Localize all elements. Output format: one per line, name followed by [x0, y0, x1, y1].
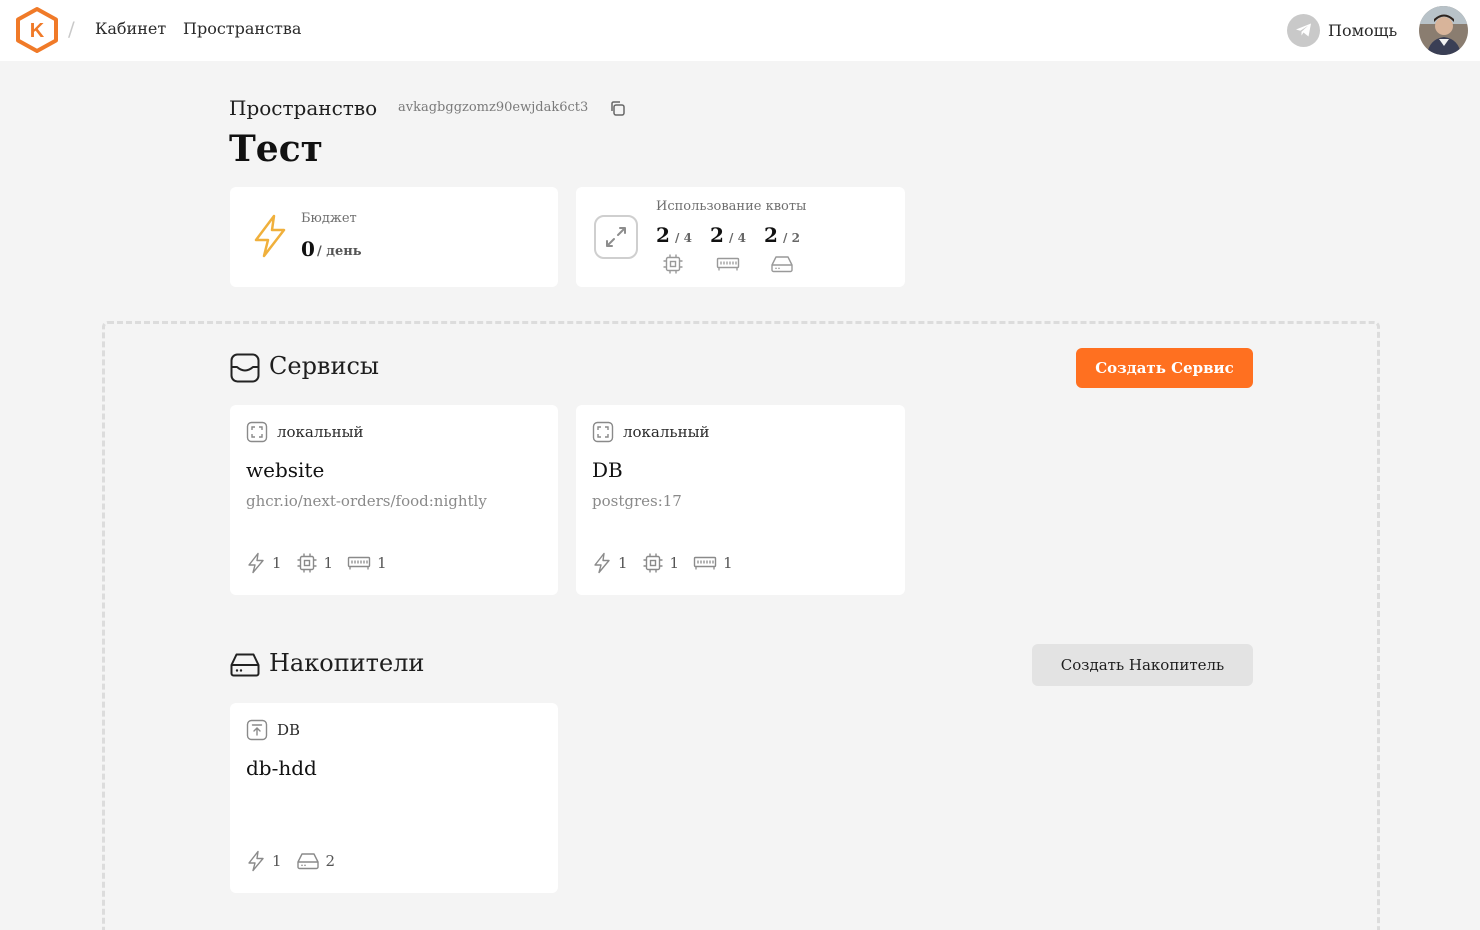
disk-icon [296, 853, 319, 870]
stat-cpu: 1 [642, 552, 680, 574]
storage-card-db-hdd[interactable]: DB db-hdd 1 2 [230, 703, 558, 893]
quota-memory-used: 2 [710, 223, 724, 247]
stat-ram: 1 [693, 552, 733, 574]
upload-icon [246, 719, 268, 741]
lightning-icon [248, 850, 264, 872]
quota-cpu: 2 / 4 [656, 223, 706, 274]
cpu-icon [643, 553, 663, 573]
logo-letter: K [30, 20, 45, 42]
service-card-website[interactable]: локальный website ghcr.io/next-orders/fo… [230, 405, 558, 595]
service-tag-label: локальный [277, 423, 364, 441]
service-name: DB [592, 458, 623, 482]
help-label: Помощь [1328, 20, 1398, 40]
service-stats: 1 1 1 [246, 552, 387, 574]
help-link[interactable]: Помощь [1287, 13, 1397, 47]
stat-cpu-value: 1 [669, 554, 680, 572]
local-icon [246, 421, 268, 443]
service-card-db[interactable]: локальный DB postgres:17 1 1 1 [576, 405, 905, 595]
service-stats: 1 1 1 [592, 552, 733, 574]
service-name: website [246, 458, 325, 482]
services-title: Сервисы [269, 352, 379, 380]
local-icon [592, 421, 614, 443]
expand-icon [594, 215, 638, 259]
memory-icon [716, 253, 740, 275]
cpu-icon [662, 253, 684, 275]
breadcrumb-separator: / [68, 17, 75, 41]
top-bar: K / Кабинет Пространства Помощь [0, 0, 1480, 61]
copy-icon[interactable] [609, 100, 626, 117]
service-image: ghcr.io/next-orders/food:nightly [246, 492, 487, 510]
quota-cpu-total: / 4 [675, 231, 692, 245]
lightning-icon [248, 552, 264, 574]
memory-icon [693, 556, 717, 570]
breadcrumb-cabinet[interactable]: Кабинет [95, 19, 166, 38]
storage-tag-label: DB [277, 721, 301, 739]
stat-power: 1 [592, 552, 628, 574]
stat-ram-value: 1 [377, 554, 387, 572]
budget-card: Бюджет 0 / день [230, 187, 558, 287]
cpu-icon [297, 553, 317, 573]
create-service-button[interactable]: Создать Сервис [1076, 348, 1253, 388]
quota-memory-total: / 4 [729, 231, 746, 245]
quota-memory: 2 / 4 [710, 223, 760, 271]
quota-label: Использование квоты [656, 199, 807, 214]
service-tag: локальный [246, 421, 364, 443]
quota-cpu-used: 2 [656, 223, 670, 247]
stat-power-value: 1 [272, 554, 282, 572]
breadcrumb-spaces[interactable]: Пространства [183, 19, 301, 38]
services-icon [230, 353, 260, 383]
avatar[interactable] [1419, 6, 1468, 55]
lightning-icon [250, 213, 290, 259]
storage-name: db-hdd [246, 756, 317, 780]
storage-stats: 1 2 [246, 850, 335, 872]
quota-disk-total: / 2 [783, 231, 800, 245]
stat-ram: 1 [347, 552, 387, 574]
logo-icon[interactable]: K [14, 6, 60, 54]
service-tag: локальный [592, 421, 710, 443]
budget-unit: / день [317, 244, 362, 259]
stat-power: 1 [246, 850, 282, 872]
space-label: Пространство [229, 96, 378, 120]
stat-power: 1 [246, 552, 282, 574]
telegram-icon [1287, 13, 1320, 47]
create-storage-button[interactable]: Создать Накопитель [1032, 644, 1253, 686]
budget-value: 0 [301, 237, 315, 261]
storage-tag: DB [246, 719, 300, 741]
stat-ram-value: 1 [723, 554, 733, 572]
stat-disk-value: 2 [325, 852, 336, 870]
service-image: postgres:17 [592, 492, 682, 510]
quota-disk: 2 / 2 [764, 223, 814, 273]
disk-icon [770, 253, 794, 275]
memory-icon [347, 556, 371, 570]
quota-disk-used: 2 [764, 223, 778, 247]
lightning-icon [594, 552, 610, 574]
storages-title: Накопители [269, 649, 425, 677]
service-tag-label: локальный [623, 423, 710, 441]
budget-label: Бюджет [301, 211, 357, 226]
storages-icon [230, 651, 260, 679]
quota-card: Использование квоты 2 / 4 2 / 4 2 / 2 [576, 187, 905, 287]
page-title: Тест [229, 128, 323, 170]
stat-disk: 2 [296, 850, 336, 872]
stat-power-value: 1 [272, 852, 282, 870]
space-id: avkagbggzomz90ewjdak6ct3 [398, 100, 589, 115]
stat-cpu: 1 [296, 552, 334, 574]
stat-cpu-value: 1 [323, 554, 334, 572]
stat-power-value: 1 [618, 554, 628, 572]
